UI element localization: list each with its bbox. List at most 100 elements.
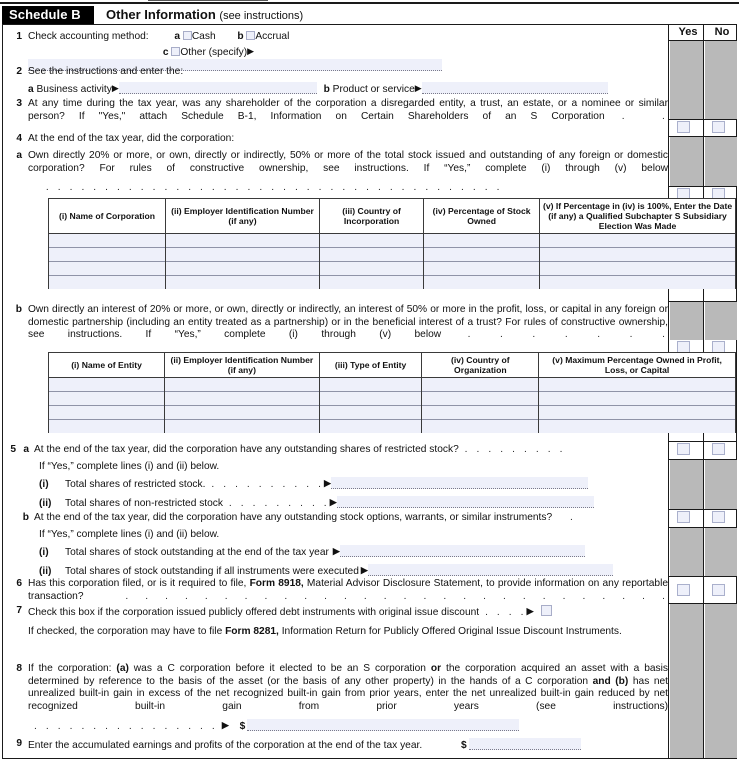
line-3-leader: . . [604, 110, 668, 122]
th-entity-type-text: Type of Entity [347, 360, 407, 371]
cell-corp-country[interactable] [318, 275, 425, 290]
cell-corp-ein[interactable] [165, 247, 320, 262]
line-9-text: Enter the accumulated earnings and profi… [28, 740, 423, 751]
cell-entity-name[interactable] [47, 377, 166, 392]
line-5a-i-label: (i) [39, 479, 49, 491]
checkbox-other-method[interactable] [171, 46, 181, 56]
line-1c-label: Other (specify) [180, 46, 248, 58]
cell-corp-qsub[interactable] [539, 247, 736, 262]
input-builtin-gain[interactable] [247, 719, 520, 731]
shade-yes-6 [670, 604, 703, 758]
cell-entity-type[interactable] [318, 377, 423, 392]
cell-corp-qsub[interactable] [539, 261, 736, 276]
line-1c-letter: c [162, 46, 169, 58]
cell-corp-pct[interactable] [423, 247, 541, 262]
cell-entity-maxpct[interactable] [538, 391, 736, 406]
th-entity-ein-text: Employer Identification Number (if any) [180, 355, 314, 376]
rule-l3-top [668, 119, 737, 120]
table-row[interactable] [47, 405, 736, 420]
line-5b-letter: b [22, 512, 29, 523]
table-row[interactable] [47, 261, 736, 276]
cell-corp-country[interactable] [318, 233, 425, 248]
checkbox-oid-debt[interactable] [541, 605, 553, 616]
checkbox-l6-yes[interactable] [677, 584, 690, 596]
schedule-title: Other Information (see instructions) [106, 6, 303, 24]
cell-corp-name[interactable] [47, 247, 167, 262]
table-entities: (i) Name of Entity (ii) Employer Identif… [47, 351, 736, 434]
cell-entity-name[interactable] [47, 419, 166, 434]
cell-corp-pct[interactable] [423, 261, 541, 276]
line-8-p2: was a C corporation before it elected to… [128, 663, 431, 674]
cell-entity-maxpct[interactable] [538, 405, 736, 420]
input-shares-outstanding[interactable] [339, 545, 585, 558]
line-2a-label: Business activity [36, 83, 112, 95]
table-row[interactable] [47, 391, 736, 406]
cell-entity-country[interactable] [421, 405, 540, 420]
cell-corp-name[interactable] [47, 233, 167, 248]
cell-entity-country[interactable] [421, 391, 540, 406]
cell-entity-ein[interactable] [164, 391, 320, 406]
th-corp-ein-num: (ii) [171, 206, 182, 217]
input-shares-if-executed[interactable] [367, 563, 613, 576]
cell-corp-ein[interactable] [165, 275, 320, 290]
arrow-icon-8: ▶ [221, 720, 229, 730]
line-9: 9 Enter the accumulated earnings and pro… [6, 738, 668, 753]
cell-corp-pct[interactable] [423, 233, 541, 248]
cell-corp-qsub[interactable] [539, 275, 736, 290]
checkbox-l6-no[interactable] [712, 584, 725, 596]
cell-corp-name[interactable] [47, 261, 167, 276]
arrow-icon-1c: ▶ [247, 45, 255, 56]
cell-corp-pct[interactable] [423, 275, 541, 290]
checkbox-l5a-yes[interactable] [677, 443, 690, 455]
cell-entity-ein[interactable] [164, 405, 320, 420]
th-corp-name-text: Name of Corporation [67, 211, 155, 222]
line-4: 4 At the end of the tax year, did the co… [6, 133, 668, 146]
input-business-activity[interactable] [118, 81, 317, 94]
cell-entity-maxpct[interactable] [538, 419, 736, 434]
input-nonrestricted-shares[interactable] [336, 495, 594, 508]
cell-entity-name[interactable] [47, 405, 166, 420]
cell-entity-ein[interactable] [164, 419, 320, 434]
table-row[interactable] [47, 247, 736, 262]
cell-corp-name[interactable] [47, 275, 167, 290]
cell-corp-qsub[interactable] [539, 233, 736, 248]
table-row[interactable] [47, 275, 736, 290]
yes-column-header: Yes [678, 26, 698, 38]
input-product-service[interactable] [421, 81, 608, 94]
line-4b-leader: . . . . . . . [441, 329, 668, 341]
th-corp-pct-text: Percentage of Stock Owned [445, 206, 531, 227]
cell-entity-type[interactable] [318, 391, 423, 406]
cell-entity-ein[interactable] [164, 377, 320, 392]
input-restricted-shares[interactable] [330, 477, 588, 490]
cell-corp-ein[interactable] [165, 233, 320, 248]
cell-entity-type[interactable] [318, 419, 423, 434]
line-9-number: 9 [16, 738, 22, 749]
th-corp-name-num: (i) [59, 211, 68, 222]
cell-entity-country[interactable] [421, 377, 540, 392]
line-9-dollar-sign: $ [461, 740, 467, 751]
shade-yes-4 [670, 460, 703, 509]
cell-corp-country[interactable] [318, 261, 425, 276]
cell-entity-type[interactable] [318, 405, 423, 420]
cell-entity-name[interactable] [47, 391, 166, 406]
cell-entity-maxpct[interactable] [538, 377, 736, 392]
shade-no-6 [705, 604, 737, 758]
checkbox-l5b-no[interactable] [712, 511, 725, 523]
table-row[interactable] [47, 377, 736, 392]
cell-corp-ein[interactable] [165, 261, 320, 276]
checkbox-l5a-no[interactable] [712, 443, 725, 455]
checkbox-l5b-yes[interactable] [677, 511, 690, 523]
table-row[interactable] [47, 419, 736, 434]
checkbox-l3-no[interactable] [712, 121, 725, 133]
checkbox-cash[interactable] [182, 31, 192, 40]
cell-corp-country[interactable] [318, 247, 425, 262]
schedule-title-text: Other Information [106, 7, 216, 22]
checkbox-l3-yes[interactable] [677, 121, 690, 133]
th-entity-maxpct: (v) Maximum Percentage Owned in Profit, … [538, 351, 736, 379]
cell-entity-country[interactable] [421, 419, 540, 434]
rule-l6-top [668, 576, 737, 577]
line-5a-ii-text: Total shares of non-restricted stock [65, 497, 223, 509]
input-accumulated-earnings[interactable] [468, 738, 581, 750]
line-1b-letter: b [237, 31, 244, 42]
table-row[interactable] [47, 233, 736, 248]
